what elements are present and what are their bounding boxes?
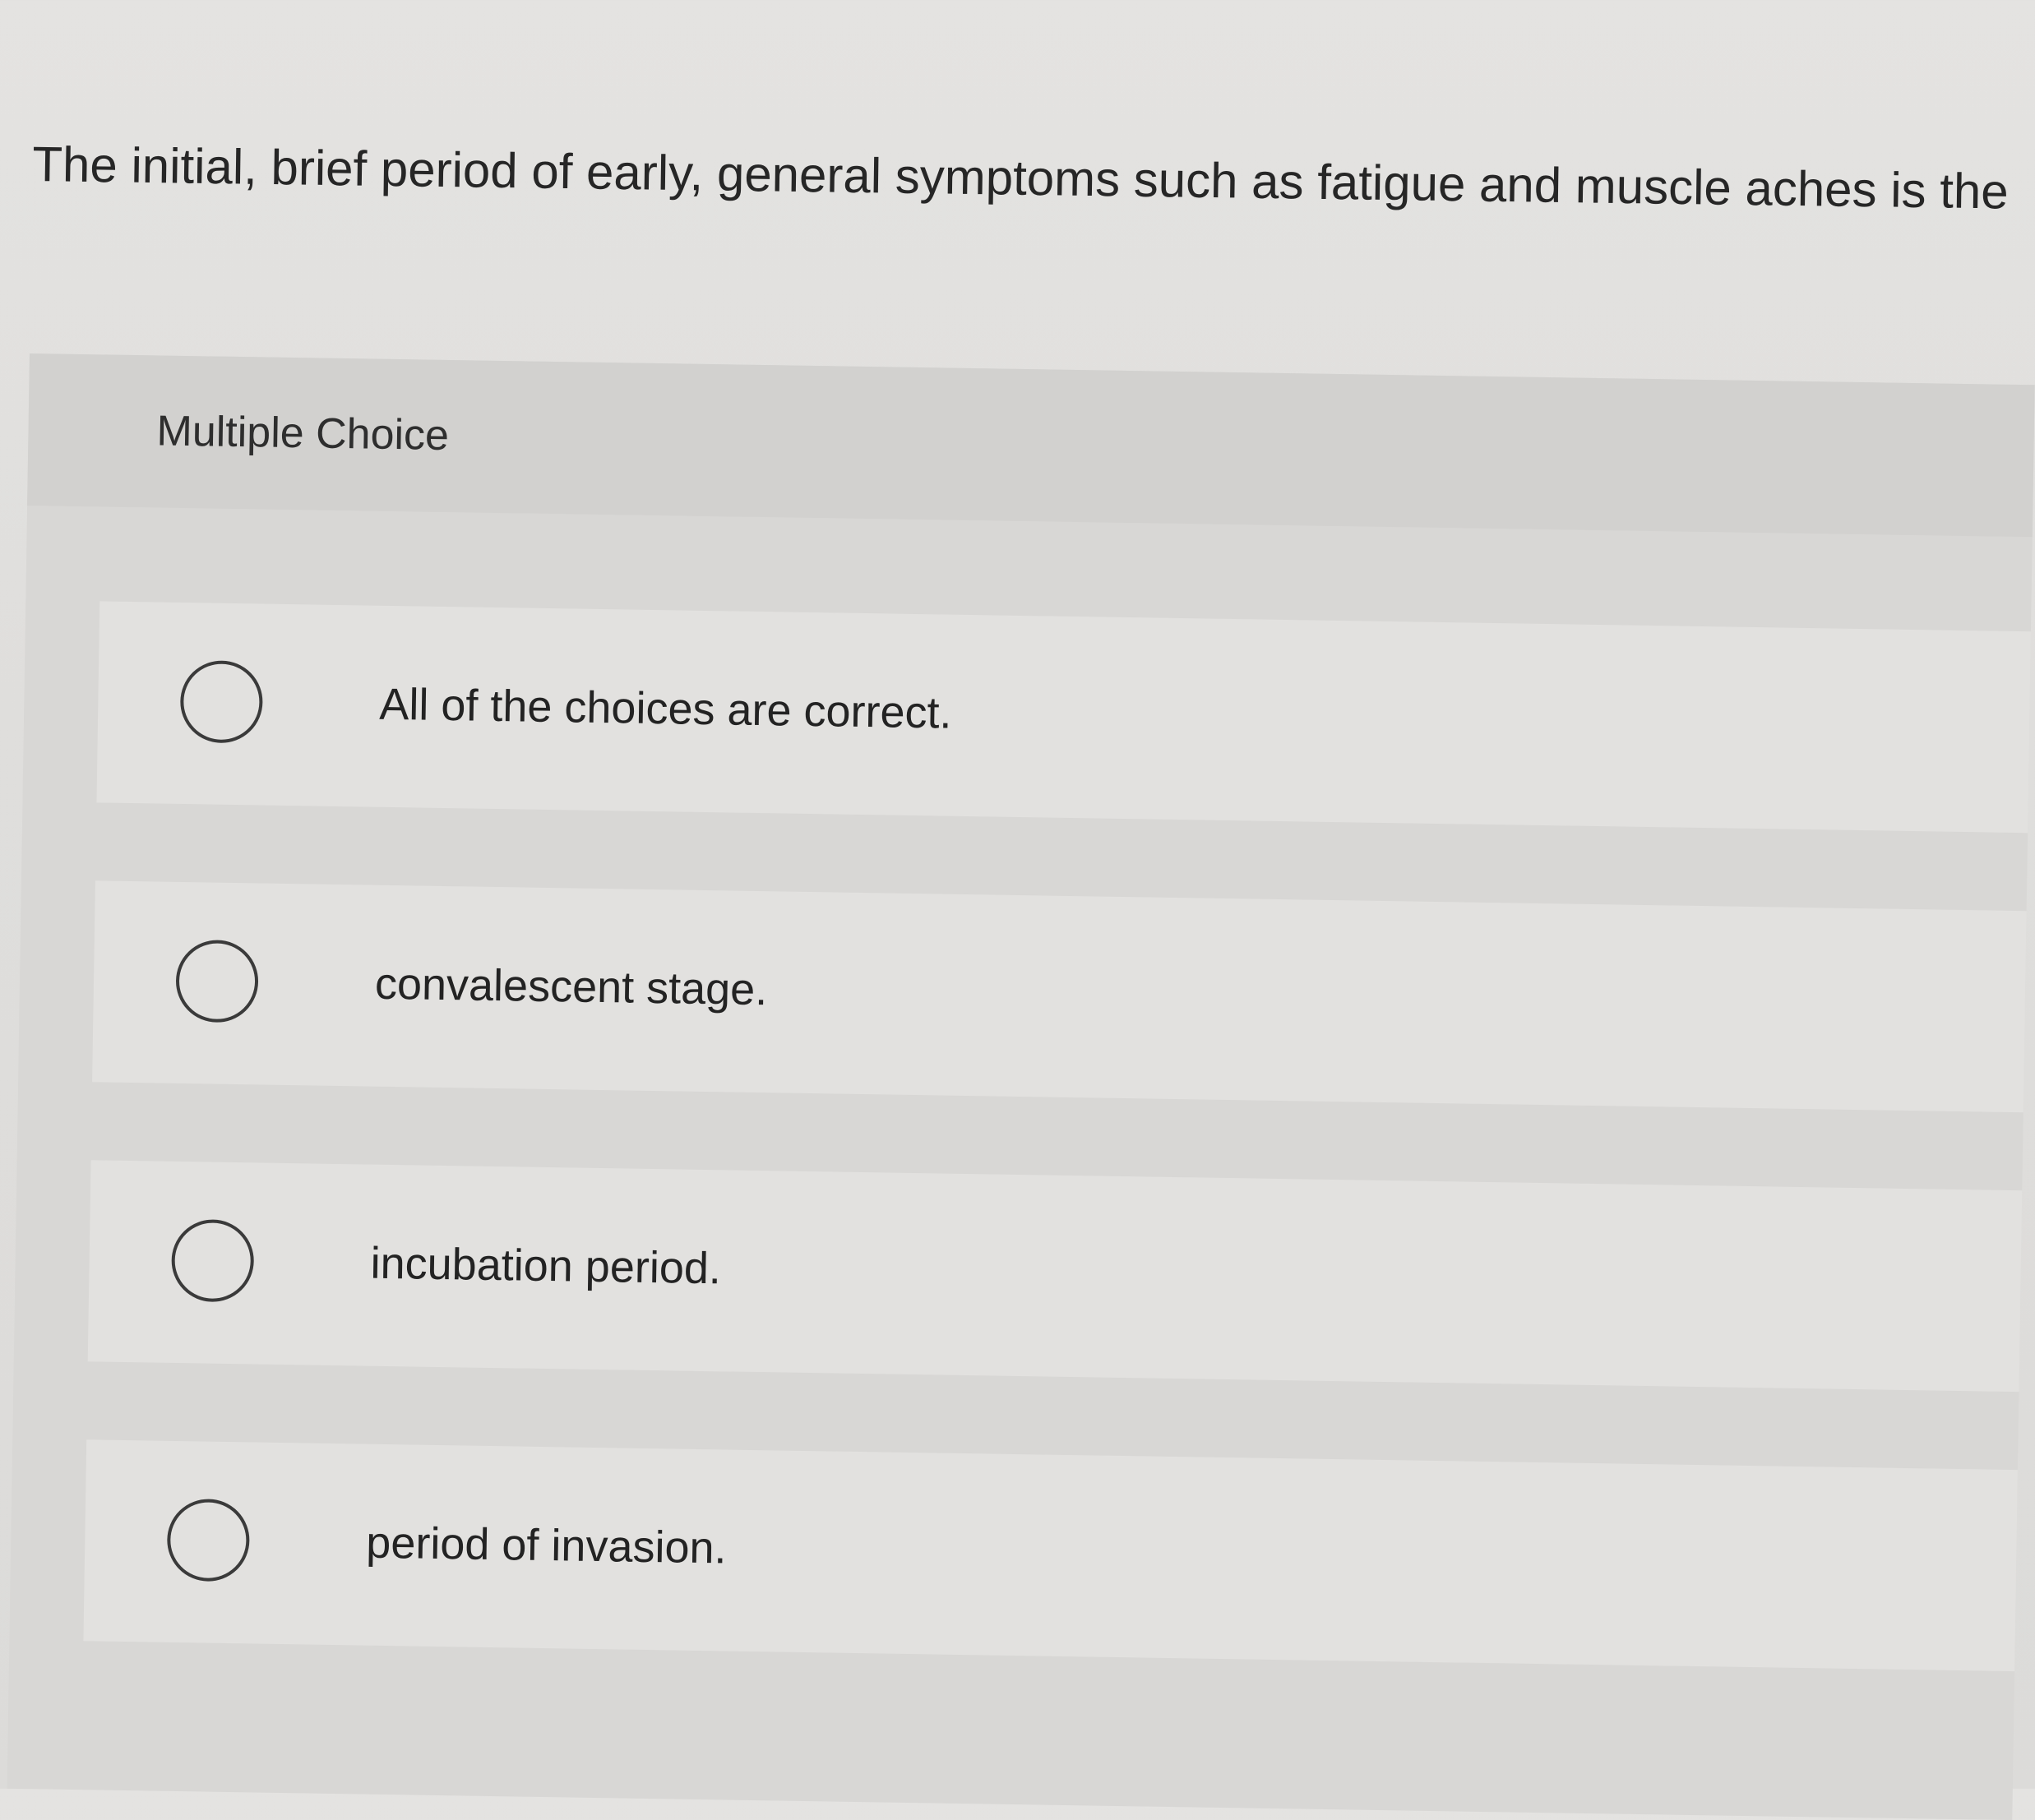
- multiple-choice-panel: Multiple Choice All of the choices are c…: [7, 353, 2035, 1820]
- option-row-incubation-period[interactable]: incubation period.: [87, 1160, 2023, 1393]
- option-label: period of invasion.: [365, 1517, 728, 1573]
- multiple-choice-label: Multiple Choice: [156, 407, 450, 460]
- radio-button-icon[interactable]: [175, 939, 259, 1023]
- option-row-period-of-invasion[interactable]: period of invasion.: [83, 1439, 2018, 1672]
- radio-button-icon[interactable]: [179, 659, 264, 744]
- option-label: All of the choices are correct.: [378, 679, 953, 738]
- radio-button-icon[interactable]: [166, 1498, 251, 1582]
- option-label: incubation period.: [370, 1238, 722, 1294]
- multiple-choice-header: Multiple Choice: [27, 353, 2035, 538]
- radio-button-icon[interactable]: [170, 1218, 255, 1303]
- option-label: convalescent stage.: [374, 959, 768, 1015]
- option-row-all-correct[interactable]: All of the choices are correct.: [96, 601, 2031, 834]
- question-text: The initial, brief period of early, gene…: [31, 136, 2010, 219]
- option-row-convalescent-stage[interactable]: convalescent stage.: [92, 880, 2027, 1113]
